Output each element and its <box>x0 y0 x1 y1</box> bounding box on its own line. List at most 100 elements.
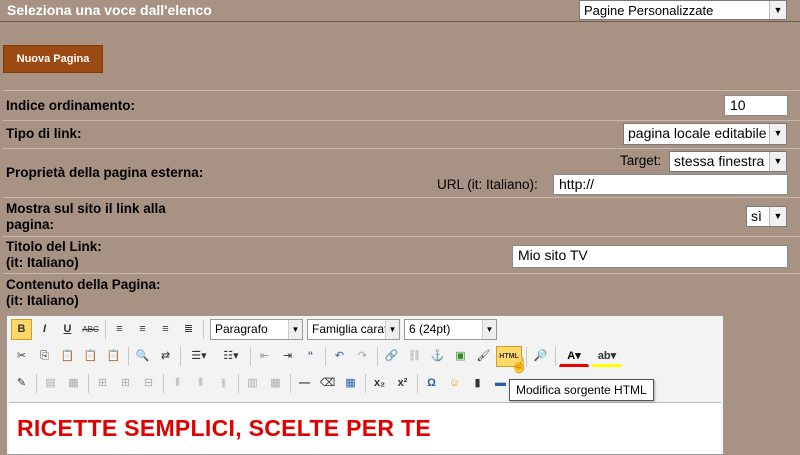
media-icon[interactable]: ▮ <box>467 373 488 394</box>
separator <box>555 347 556 366</box>
page-content-label-line2: (it: Italiano) <box>6 293 79 308</box>
separator <box>365 374 366 393</box>
chevron-down-icon: ▼ <box>385 320 399 339</box>
separator <box>290 374 291 393</box>
url-label: URL (it: Italiano): <box>437 177 538 192</box>
copy-icon[interactable]: ⎘ <box>34 346 55 367</box>
align-center-icon[interactable]: ≡ <box>132 319 153 340</box>
chevron-down-icon: ▼ <box>769 152 786 171</box>
underline-icon[interactable]: U <box>57 319 78 340</box>
format-select[interactable]: Paragrafo ▼ <box>210 319 303 340</box>
toolbar-row-1: B I U ABC ≡ ≡ ≡ ≣ Paragrafo ▼ Famiglia c… <box>9 317 723 343</box>
find-icon[interactable]: 🔍 <box>132 346 153 367</box>
italic-icon[interactable]: I <box>34 319 55 340</box>
edit-css-icon[interactable]: ✎ <box>11 373 32 394</box>
insert-col-before-icon[interactable]: ⫴ <box>167 373 188 394</box>
target-select[interactable]: stessa finestra ▼ <box>669 151 787 172</box>
special-char-icon[interactable]: Ω <box>421 373 442 394</box>
show-link-label-line1: Mostra sul sito il link alla <box>6 201 166 216</box>
align-left-icon[interactable]: ≡ <box>109 319 130 340</box>
paste-icon[interactable]: 📋 <box>57 346 78 367</box>
font-family-select[interactable]: Famiglia caratt ▼ <box>307 319 400 340</box>
link-title-label: Titolo del Link: (it: Italiano) <box>6 239 102 271</box>
delete-row-icon[interactable]: ⊟ <box>138 373 159 394</box>
cleanup-brush-icon[interactable]: 🖌 <box>473 346 494 367</box>
show-link-select[interactable]: sì ▼ <box>746 206 787 227</box>
separator <box>163 374 164 393</box>
target-select-value: stessa finestra <box>674 153 765 169</box>
paste-word-icon[interactable]: 📋 <box>103 346 124 367</box>
page-content-label: Contenuto della Pagina: (it: Italiano) <box>6 277 161 309</box>
separator <box>417 374 418 393</box>
table-icon[interactable]: ▦ <box>340 373 361 394</box>
insert-row-before-icon[interactable]: ⊞ <box>92 373 113 394</box>
cell-props-icon[interactable]: ▦ <box>63 373 84 394</box>
blockquote-icon[interactable]: “ <box>300 346 321 367</box>
horizontal-rule-icon[interactable]: — <box>294 373 315 394</box>
editor-content-area[interactable]: RICETTE SEMPLICI, SCELTE PER TE <box>9 402 721 454</box>
font-size-select[interactable]: 6 (24pt) ▼ <box>404 319 497 340</box>
link-title-label-line1: Titolo del Link: <box>6 239 102 254</box>
merge-cells-icon[interactable]: ▦ <box>265 373 286 394</box>
new-page-button[interactable]: Nuova Pagina <box>3 45 103 73</box>
link-title-input[interactable]: Mio sito TV <box>512 245 788 268</box>
external-page-label: Proprietà della pagina esterna: <box>6 165 204 180</box>
text-color-icon[interactable]: A▾ <box>559 346 589 367</box>
page-break-icon[interactable]: ▬ <box>490 373 511 394</box>
divider <box>3 120 800 121</box>
separator <box>36 374 37 393</box>
align-right-icon[interactable]: ≡ <box>155 319 176 340</box>
row-props-icon[interactable]: ▤ <box>40 373 61 394</box>
target-label: Target: <box>620 153 662 168</box>
redo-icon[interactable]: ↷ <box>352 346 373 367</box>
show-link-label-line2: pagina: <box>6 217 55 232</box>
chevron-down-icon: ▼ <box>769 207 786 226</box>
chevron-down-icon: ▼ <box>769 1 786 19</box>
font-family-select-value: Famiglia caratt <box>312 322 391 336</box>
insert-col-after-icon[interactable]: ⫴ <box>190 373 211 394</box>
outdent-icon[interactable]: ⇤ <box>254 346 275 367</box>
mouse-cursor-icon: ☝ <box>510 357 529 374</box>
numbered-list-icon[interactable]: ☷▾ <box>216 346 246 367</box>
delete-col-icon[interactable]: ⫵ <box>213 373 234 394</box>
highlight-color-icon[interactable]: ab▾ <box>592 346 622 367</box>
unlink-icon[interactable]: ⛓ <box>404 346 425 367</box>
image-icon[interactable]: ▣ <box>450 346 471 367</box>
superscript-icon[interactable]: x² <box>392 373 413 394</box>
preview-icon[interactable]: 🔎 <box>530 346 551 367</box>
bold-icon[interactable]: B <box>11 319 32 340</box>
separator <box>128 347 129 366</box>
format-select-value: Paragrafo <box>215 322 268 336</box>
page-type-select-value: Pagine Personalizzate <box>584 3 714 18</box>
bullet-list-icon[interactable]: ☰▾ <box>184 346 214 367</box>
strikethrough-icon[interactable]: ABC <box>80 319 101 340</box>
page-type-select[interactable]: Pagine Personalizzate ▼ <box>579 0 787 20</box>
page-title: Seleziona una voce dall'elenco <box>7 2 212 18</box>
divider <box>3 148 800 149</box>
anchor-icon[interactable]: ⚓ <box>427 346 448 367</box>
separator <box>180 347 181 366</box>
show-link-select-value: sì <box>751 208 762 224</box>
remove-format-icon[interactable]: ⌫ <box>317 373 338 394</box>
emoticon-icon[interactable]: ☺ <box>444 373 465 394</box>
chevron-down-icon: ▼ <box>769 124 786 144</box>
replace-icon[interactable]: ⇄ <box>155 346 176 367</box>
split-cells-icon[interactable]: ▥ <box>242 373 263 394</box>
link-icon[interactable]: 🔗 <box>381 346 402 367</box>
separator <box>250 347 251 366</box>
insert-row-after-icon[interactable]: ⊞ <box>115 373 136 394</box>
url-input[interactable]: http:// <box>553 174 788 195</box>
link-type-select[interactable]: pagina locale editabile ▼ <box>623 123 787 145</box>
divider <box>3 236 800 237</box>
chevron-down-icon: ▼ <box>482 320 496 339</box>
toolbar-row-2: ✂ ⎘ 📋 📋 📋 🔍 ⇄ ☰▾ ☷▾ ⇤ ⇥ “ ↶ ↷ 🔗 ⛓ ⚓ ▣ 🖌 … <box>9 344 723 370</box>
undo-icon[interactable]: ↶ <box>329 346 350 367</box>
indent-icon[interactable]: ⇥ <box>277 346 298 367</box>
cut-icon[interactable]: ✂ <box>11 346 32 367</box>
order-index-input[interactable]: 10 <box>724 95 788 116</box>
link-title-label-line2: (it: Italiano) <box>6 255 79 270</box>
align-justify-icon[interactable]: ≣ <box>178 319 199 340</box>
paste-text-icon[interactable]: 📋 <box>80 346 101 367</box>
link-type-select-value: pagina locale editabile <box>628 125 767 141</box>
subscript-icon[interactable]: x₂ <box>369 373 390 394</box>
